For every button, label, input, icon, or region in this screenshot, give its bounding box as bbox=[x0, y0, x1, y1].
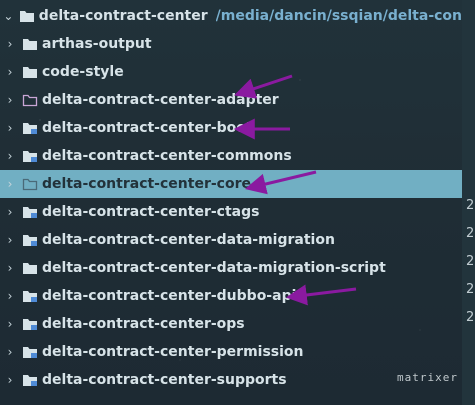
root-path: /media/dancin/ssqian/delta-contract-ce bbox=[215, 8, 462, 24]
tree-item-label: delta-contract-center-supports bbox=[42, 372, 287, 388]
chevron-right-icon[interactable]: › bbox=[2, 114, 18, 142]
chevron-right-icon[interactable]: › bbox=[2, 226, 18, 254]
folder-icon bbox=[22, 65, 38, 79]
tree-item-label: delta-contract-center-boot bbox=[42, 120, 253, 136]
module-folder-icon bbox=[22, 317, 38, 331]
tree-item-label: delta-contract-center-permission bbox=[42, 344, 304, 360]
root-name: delta-contract-center bbox=[38, 8, 208, 24]
tree-item-label: delta-contract-center-ctags bbox=[42, 204, 260, 220]
tree-item[interactable]: › code-style bbox=[0, 58, 462, 86]
gutter-digit: 2 bbox=[466, 310, 475, 325]
module-folder-icon bbox=[22, 345, 38, 359]
module-folder-icon bbox=[22, 205, 38, 219]
tree-item[interactable]: › delta-contract-center-commons bbox=[0, 142, 462, 170]
tree-item[interactable]: › delta-contract-center-data-migration bbox=[0, 226, 462, 254]
tree-item[interactable]: › delta-contract-center-core bbox=[0, 170, 462, 198]
tree-item-label: delta-contract-center-core bbox=[42, 176, 251, 192]
chevron-right-icon[interactable]: › bbox=[2, 30, 18, 58]
tree-item-label: delta-contract-center-adapter bbox=[42, 92, 279, 108]
tree-item[interactable]: › delta-contract-center-ops bbox=[0, 310, 462, 338]
module-folder-icon bbox=[22, 149, 38, 163]
gutter-digit: 2 bbox=[466, 198, 475, 213]
gutter-digit: 2 bbox=[466, 282, 475, 297]
chevron-right-icon[interactable]: › bbox=[2, 366, 18, 394]
chevron-right-icon[interactable]: › bbox=[2, 198, 18, 226]
module-folder-icon bbox=[22, 233, 38, 247]
tree-item[interactable]: › arthas-output bbox=[0, 30, 462, 58]
editor-gutter-strip: 2 2 2 2 2 bbox=[462, 0, 475, 405]
folder-icon bbox=[22, 261, 38, 275]
tree-item[interactable]: › delta-contract-center-adapter bbox=[0, 86, 462, 114]
tree-item-label: delta-contract-center-data-migration bbox=[42, 232, 335, 248]
tree-item[interactable]: › delta-contract-center-dubbo-api bbox=[0, 282, 462, 310]
module-folder-icon bbox=[22, 289, 38, 303]
chevron-right-icon[interactable]: › bbox=[2, 338, 18, 366]
tree-item-label: code-style bbox=[42, 64, 124, 80]
tree-item-label: delta-contract-center-ops bbox=[42, 316, 245, 332]
chevron-right-icon[interactable]: › bbox=[2, 58, 18, 86]
tree-item-label: delta-contract-center-dubbo-api bbox=[42, 288, 297, 304]
chevron-right-icon[interactable]: › bbox=[2, 254, 18, 282]
gutter-digit: 2 bbox=[466, 226, 475, 241]
chevron-right-icon[interactable]: › bbox=[2, 142, 18, 170]
folder-outline-icon bbox=[22, 177, 38, 191]
chevron-right-icon[interactable]: › bbox=[2, 86, 18, 114]
tree-item[interactable]: › delta-contract-center-permission bbox=[0, 338, 462, 366]
chevron-right-icon[interactable]: › bbox=[2, 310, 18, 338]
gutter-digit: 2 bbox=[466, 254, 475, 269]
folder-icon bbox=[19, 9, 35, 23]
module-folder-icon bbox=[22, 121, 38, 135]
folder-outline-icon bbox=[22, 93, 38, 107]
tree-root-row[interactable]: ⌄ delta-contract-center /media/dancin/ss… bbox=[0, 2, 462, 30]
chevron-right-icon[interactable]: › bbox=[2, 282, 18, 310]
tree-item[interactable]: › delta-contract-center-ctags bbox=[0, 198, 462, 226]
folder-icon bbox=[22, 37, 38, 51]
tree-item-label: delta-contract-center-commons bbox=[42, 148, 292, 164]
chevron-down-icon[interactable]: ⌄ bbox=[2, 2, 15, 30]
tree-item-label: arthas-output bbox=[42, 36, 152, 52]
tree-item[interactable]: › delta-contract-center-supports bbox=[0, 366, 462, 394]
chevron-right-icon[interactable]: › bbox=[2, 170, 18, 198]
project-tree: ⌄ delta-contract-center /media/dancin/ss… bbox=[0, 0, 475, 405]
tree-item[interactable]: › delta-contract-center-boot bbox=[0, 114, 462, 142]
module-folder-icon bbox=[22, 373, 38, 387]
tree-item-label: delta-contract-center-data-migration-scr… bbox=[42, 260, 386, 276]
watermark-text: matrixer bbox=[397, 371, 458, 384]
tree-item[interactable]: › delta-contract-center-data-migration-sc… bbox=[0, 254, 462, 282]
